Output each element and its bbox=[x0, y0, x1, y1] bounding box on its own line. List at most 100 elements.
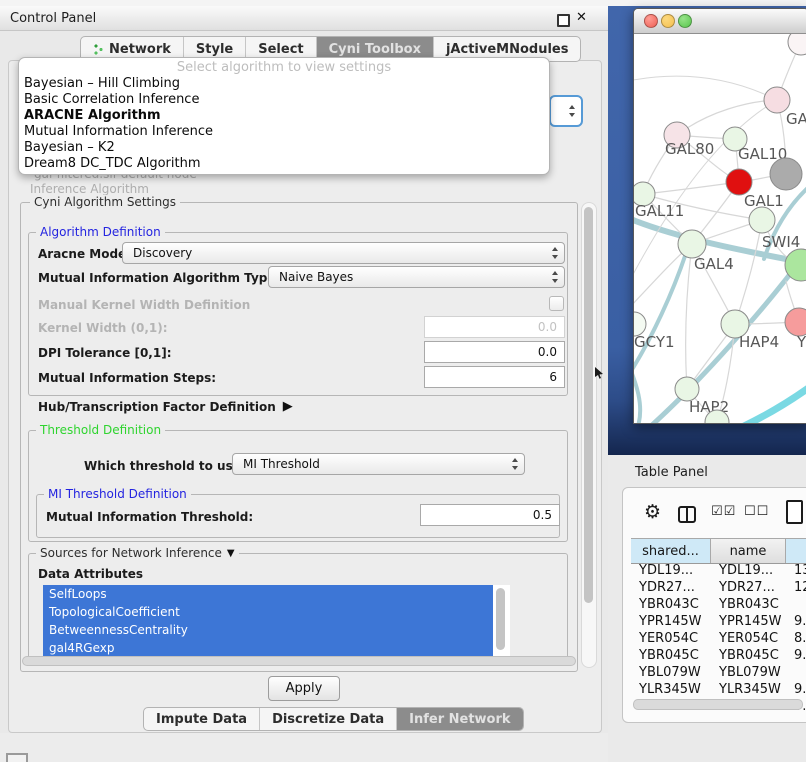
column-header[interactable]: name bbox=[711, 539, 786, 563]
table-row[interactable]: YER054CYER054C8. bbox=[631, 631, 806, 648]
hub-definition-expander[interactable]: Hub/Transcription Factor Definition ▶ bbox=[38, 399, 293, 414]
node-table-body: YDL19...YDL19...13YDR27...YDR27...12YBR0… bbox=[631, 563, 806, 716]
table-row[interactable]: YDR27...YDR27...12 bbox=[631, 580, 806, 597]
which-threshold-label: Which threshold to use: bbox=[84, 459, 246, 473]
network-edge bbox=[643, 182, 739, 194]
close-icon[interactable]: ✕ bbox=[576, 10, 587, 25]
floating-toolbar-fragment[interactable] bbox=[6, 753, 28, 762]
network-edge bbox=[634, 359, 640, 424]
node-label: SWI4 bbox=[762, 233, 800, 251]
data-attributes-label: Data Attributes bbox=[38, 567, 143, 581]
column-header[interactable]: shared... bbox=[631, 539, 711, 563]
collapse-arrow-icon: ▼ bbox=[227, 548, 235, 559]
column-browser-icon[interactable] bbox=[678, 506, 696, 523]
attributes-list-scrollbar[interactable] bbox=[496, 588, 505, 650]
close-traffic-light-icon[interactable] bbox=[644, 14, 658, 28]
algorithm-option[interactable]: Bayesian – Hill Climbing bbox=[19, 76, 549, 92]
table-container: ⚙ ☑☑ ☐☐ shared...name YDL19...YDL19...13… bbox=[622, 487, 806, 723]
focused-combo-fragment[interactable] bbox=[549, 95, 583, 127]
aracne-mode-label: Aracne Mode: bbox=[38, 247, 131, 261]
settings-horizontal-scrollbar[interactable] bbox=[22, 656, 576, 666]
sources-legend[interactable]: Sources for Network Inference ▼ bbox=[36, 546, 239, 560]
select-all-checkboxes-icon[interactable]: ☑☑ bbox=[711, 504, 736, 519]
attribute-item[interactable]: SelfLoops bbox=[43, 585, 493, 603]
aracne-mode-combo[interactable]: Discovery bbox=[122, 242, 565, 264]
node-label: GAL4 bbox=[694, 255, 734, 273]
aracne-mode-value: Discovery bbox=[133, 246, 192, 260]
table-header-row: shared...name bbox=[631, 538, 806, 564]
network-node[interactable] bbox=[788, 34, 806, 55]
column-header[interactable] bbox=[786, 539, 806, 563]
network-edge bbox=[686, 244, 692, 389]
inference-algorithm-ghost-label: Inference Algorithm bbox=[30, 182, 149, 196]
mi-threshold-legend: MI Threshold Definition bbox=[44, 487, 191, 501]
cyni-settings-legend: Cyni Algorithm Settings bbox=[30, 195, 180, 209]
which-threshold-combo[interactable]: MI Threshold bbox=[232, 453, 525, 475]
stepper-icon bbox=[569, 105, 576, 117]
node-label: GAL80 bbox=[665, 140, 714, 158]
node-label: HAP4 bbox=[739, 333, 779, 351]
bottom-tab-discretize-data[interactable]: Discretize Data bbox=[259, 708, 396, 730]
zoom-traffic-light-icon[interactable] bbox=[678, 14, 692, 28]
node-label: GAL11 bbox=[635, 202, 684, 220]
dpi-tolerance-label: DPI Tolerance [0,1]: bbox=[38, 346, 172, 360]
network-window-titlebar[interactable] bbox=[634, 9, 806, 34]
manual-kernel-label: Manual Kernel Width Definition bbox=[38, 298, 250, 312]
dpi-tolerance-field[interactable]: 0.0 bbox=[424, 341, 565, 363]
table-row[interactable]: YBL079WYBL079W bbox=[631, 665, 806, 682]
settings-scrollbar-thumb[interactable] bbox=[584, 207, 593, 603]
network-edge bbox=[744, 384, 806, 424]
mouse-cursor bbox=[595, 367, 604, 379]
network-node-gal4[interactable] bbox=[678, 230, 706, 258]
table-panel: Table Panel ⚙ ☑☑ ☐☐ shared...name YDL19.… bbox=[608, 455, 806, 762]
node-label: GCY1 bbox=[634, 333, 675, 351]
data-attributes-list: SelfLoopsTopologicalCoefficientBetweenne… bbox=[43, 585, 510, 657]
mi-type-combo[interactable]: Naive Bayes bbox=[268, 266, 565, 288]
mi-steps-field[interactable]: 6 bbox=[424, 366, 565, 388]
bottom-tab-impute-data[interactable]: Impute Data bbox=[144, 708, 259, 730]
network-node[interactable] bbox=[770, 158, 802, 190]
algorithm-option[interactable]: Bayesian – K2 bbox=[19, 140, 549, 156]
table-row[interactable]: YLR345WYLR345W9. bbox=[631, 682, 806, 699]
minimize-traffic-light-icon[interactable] bbox=[661, 14, 675, 28]
network-view-window[interactable]: GALGAL80GAL10GAL1GAL11GAL4SWI4GCY1HAP4YH… bbox=[633, 8, 806, 424]
table-row[interactable]: YBR045CYBR045C9. bbox=[631, 648, 806, 665]
bottom-tab-infer-network[interactable]: Infer Network bbox=[396, 708, 522, 730]
which-threshold-value: MI Threshold bbox=[243, 457, 320, 471]
stepper-icon bbox=[512, 458, 519, 470]
table-row[interactable]: YBR043CYBR043C bbox=[631, 597, 806, 614]
sources-legend-text: Sources for Network Inference bbox=[40, 546, 222, 560]
algorithm-option[interactable]: ARACNE Algorithm bbox=[19, 108, 549, 124]
app-screen: Control Panel ✕ NetworkStyleSelectCyni T… bbox=[0, 0, 806, 762]
stepper-icon bbox=[552, 247, 559, 259]
algorithm-dropdown-popup: Select algorithm to view settings Bayesi… bbox=[18, 57, 550, 175]
mi-threshold-field[interactable]: 0.5 bbox=[420, 504, 560, 526]
network-edge bbox=[735, 220, 762, 324]
algorithm-option[interactable]: Basic Correlation Inference bbox=[19, 92, 549, 108]
node-label: GAL bbox=[786, 110, 806, 128]
bottom-tabs: Impute DataDiscretize DataInfer Network bbox=[143, 707, 524, 731]
mi-type-value: Naive Bayes bbox=[279, 270, 353, 284]
network-canvas-svg[interactable]: GALGAL80GAL10GAL1GAL11GAL4SWI4GCY1HAP4YH… bbox=[634, 34, 806, 424]
table-row[interactable]: YDL19...YDL19...13 bbox=[631, 563, 806, 580]
float-window-icon[interactable] bbox=[557, 14, 570, 27]
manual-kernel-checkbox[interactable] bbox=[549, 296, 564, 311]
kernel-width-label: Kernel Width (0,1): bbox=[38, 321, 168, 335]
export-table-icon[interactable] bbox=[786, 500, 803, 524]
table-panel-title: Table Panel bbox=[635, 465, 708, 480]
network-node[interactable] bbox=[749, 207, 775, 233]
attribute-item[interactable]: TopologicalCoefficient bbox=[43, 603, 493, 621]
node-label: Y bbox=[796, 333, 806, 351]
mi-type-label: Mutual Information Algorithm Type: bbox=[38, 271, 280, 285]
table-horizontal-scrollbar[interactable] bbox=[633, 699, 803, 710]
gear-icon[interactable]: ⚙ bbox=[644, 501, 661, 523]
algorithm-option[interactable]: Dream8 DC_TDC Algorithm bbox=[19, 156, 549, 172]
deselect-all-checkboxes-icon[interactable]: ☐☐ bbox=[744, 504, 769, 519]
kernel-width-field[interactable]: 0.0 bbox=[424, 316, 565, 338]
algorithm-option[interactable]: Mutual Information Inference bbox=[19, 124, 549, 140]
attribute-item[interactable]: gal4RGexp bbox=[43, 639, 493, 657]
table-row[interactable]: YPR145WYPR145W9. bbox=[631, 614, 806, 631]
apply-button[interactable]: Apply bbox=[268, 676, 340, 701]
attribute-item[interactable]: BetweennessCentrality bbox=[43, 621, 493, 639]
network-node-y[interactable] bbox=[785, 308, 806, 336]
